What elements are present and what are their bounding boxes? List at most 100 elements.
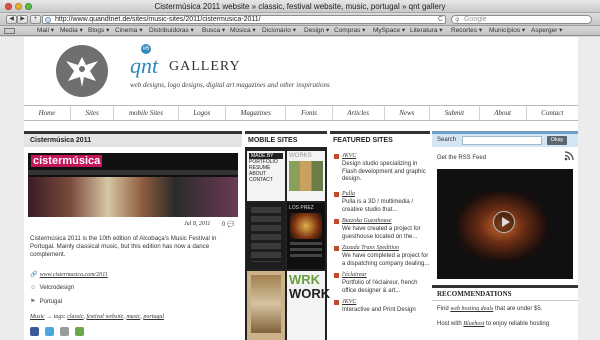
nav-about[interactable]: About (480, 106, 527, 120)
sidebar-search-input[interactable] (462, 136, 542, 145)
featured-title[interactable]: JKVC (342, 299, 356, 305)
user-icon: ☺ (30, 285, 37, 291)
bookmark-busca[interactable]: Busca ▾ (202, 26, 225, 36)
post-designer-row: ☺ Velcrodesign (30, 285, 74, 291)
bookmark-musica[interactable]: Música ▾ (230, 26, 256, 36)
recommendations-heading: RECOMMENDATIONS (432, 285, 578, 301)
bookmark-distribuidoras[interactable]: Distribuidoras ▾ (149, 26, 194, 36)
featured-desc: Design studio specializing in Flash deve… (342, 161, 426, 182)
brand-gallery[interactable]: GALLERY (169, 59, 241, 75)
add-bookmark-button[interactable]: + (30, 15, 41, 24)
featured-item[interactable]: JKVC Design studio specializing in Flash… (330, 153, 430, 183)
nav-logos[interactable]: Logos (179, 106, 226, 120)
mobile-thumb[interactable]: LOS PREZ (287, 203, 325, 269)
minimize-window-icon[interactable] (15, 3, 22, 10)
featured-title[interactable]: JKVC (342, 153, 356, 159)
bookmark-myspace[interactable]: MySpace ▾ (373, 26, 405, 36)
nav-articles[interactable]: Articles (333, 106, 385, 120)
rec-suffix: to enjoy reliable hosting (486, 321, 550, 327)
nav-news[interactable]: News (385, 106, 430, 120)
brand-qnt[interactable]: qnt (130, 53, 158, 79)
nav-sites[interactable]: Sites (71, 106, 115, 120)
featured-site-icon (334, 192, 339, 197)
email-icon[interactable] (60, 327, 69, 336)
play-icon[interactable] (493, 211, 515, 233)
search-field[interactable]: ⚲ Google (451, 15, 592, 24)
bookmark-cinema[interactable]: Cinema ▾ (115, 26, 142, 36)
tag-link[interactable]: festival website (87, 314, 124, 320)
post-description: Cistermúsica 2011 is the 10th edition of… (30, 235, 217, 258)
search-okay-button[interactable]: Okay (547, 136, 567, 145)
featured-title[interactable]: l'éclaireur (342, 272, 367, 278)
post-image-logo: cistermúsica (31, 155, 103, 167)
tag-link[interactable]: portugal (143, 314, 164, 320)
bookmark-municipios[interactable]: Municípios ▾ (489, 26, 525, 36)
post-comment-count[interactable]: 0 💬 (222, 221, 235, 228)
category-link[interactable]: Music (30, 314, 45, 320)
nav-submit[interactable]: Submit (430, 106, 480, 120)
rec-prefix: Host with (437, 321, 462, 327)
mobile-thumb[interactable] (247, 203, 285, 269)
eagle-logo-icon[interactable] (56, 45, 108, 97)
site-tagline: web designs, logo designs, digital art m… (130, 81, 330, 89)
featured-item[interactable]: Pulla Pulla is a 3D / multimedia / creat… (330, 191, 430, 215)
bookmark-compras[interactable]: Compras ▾ (334, 26, 365, 36)
featured-item[interactable]: JKVC Interactive and Print Design (330, 299, 430, 323)
bookmark-recortes[interactable]: Recortes ▾ (451, 26, 482, 36)
mobile-thumb-rows (290, 242, 322, 260)
bookmark-dicionario[interactable]: Dicionário ▾ (262, 26, 296, 36)
address-bar[interactable]: http://www.quandtnet.de/sites/music-site… (42, 15, 446, 24)
tag-link[interactable]: classic (67, 314, 83, 320)
mobile-thumb[interactable]: MADE BY PORTFOLIO RESUME ABOUT CONTACT (247, 151, 285, 201)
bookmark-mail[interactable]: Mail ▾ (37, 26, 54, 36)
nav-fonts[interactable]: Fonts (286, 106, 333, 120)
tag-link[interactable]: music (126, 314, 140, 320)
forward-button[interactable]: ▶ (17, 15, 28, 24)
featured-item[interactable]: Buzzoka Guesthouse We have created a pro… (330, 218, 430, 242)
post-url-link[interactable]: www.cistermusica.com/2011 (40, 272, 108, 278)
sidebar-search: Search Okay (432, 131, 578, 147)
open-book-icon[interactable] (4, 28, 15, 34)
twitter-icon[interactable] (45, 327, 54, 336)
bookmark-design[interactable]: Design ▾ (304, 26, 329, 36)
featured-title[interactable]: Buzzoka Guesthouse (342, 218, 392, 224)
rec-prefix: Find (437, 306, 449, 312)
post-heading: Cistermúsica 2011 (24, 131, 242, 147)
nav-contact[interactable]: Contact (527, 106, 578, 120)
close-window-icon[interactable] (5, 3, 12, 10)
featured-title[interactable]: Zazada Trans Spedition (342, 245, 399, 251)
post-screenshot[interactable]: cistermúsica (28, 153, 238, 217)
mobile-thumb[interactable] (247, 271, 285, 340)
back-button[interactable]: ◀ (6, 15, 17, 24)
main-navigation: Home Sites mobile Sites Logos Magazines … (24, 105, 578, 121)
post-column: Cistermúsica 2011 cistermúsica Jul 8, 20… (24, 131, 242, 340)
window-titlebar: Cistermúsica 2011 website » classic, fes… (0, 0, 600, 13)
refresh-button[interactable]: C (438, 16, 443, 24)
rss-link[interactable]: Get the RSS Feed (437, 155, 486, 161)
bookmark-media[interactable]: Media ▾ (60, 26, 83, 36)
bluehost-link[interactable]: Bluehost (463, 321, 484, 327)
bookmark-asperger[interactable]: Asperger ▾ (531, 26, 562, 36)
nav-magazines[interactable]: Magazines (226, 106, 287, 120)
featured-site-icon (334, 246, 339, 251)
mobile-thumb[interactable]: WRK WORK (287, 271, 330, 340)
featured-title[interactable]: Pulla (342, 191, 355, 197)
featured-item[interactable]: l'éclaireur Portfolio of l'éclaireur, fr… (330, 272, 430, 296)
featured-site-icon (334, 273, 339, 278)
nav-mobile-sites[interactable]: mobile Sites (114, 106, 179, 120)
plus-icon[interactable] (75, 327, 84, 336)
browser-toolbar: ◀ ▶ + http://www.quandtnet.de/sites/musi… (0, 13, 600, 26)
featured-video[interactable] (437, 169, 573, 279)
facebook-icon[interactable] (30, 327, 39, 336)
post-image-stripe (28, 170, 238, 175)
url-text: http://www.quandtnet.de/sites/music-site… (55, 16, 261, 23)
mobile-thumb-label: WORKS (289, 153, 312, 159)
mobile-thumb[interactable]: WORKS (287, 151, 325, 201)
nav-home[interactable]: Home (24, 106, 71, 120)
rss-icon[interactable] (564, 151, 574, 161)
web-hosting-deals-link[interactable]: web hosting deals (450, 306, 493, 312)
bookmark-blogs[interactable]: Blogs ▾ (88, 26, 109, 36)
zoom-window-icon[interactable] (25, 3, 32, 10)
bookmark-literatura[interactable]: Literatura ▾ (410, 26, 443, 36)
featured-item[interactable]: Zazada Trans Spedition We have completed… (330, 245, 430, 269)
